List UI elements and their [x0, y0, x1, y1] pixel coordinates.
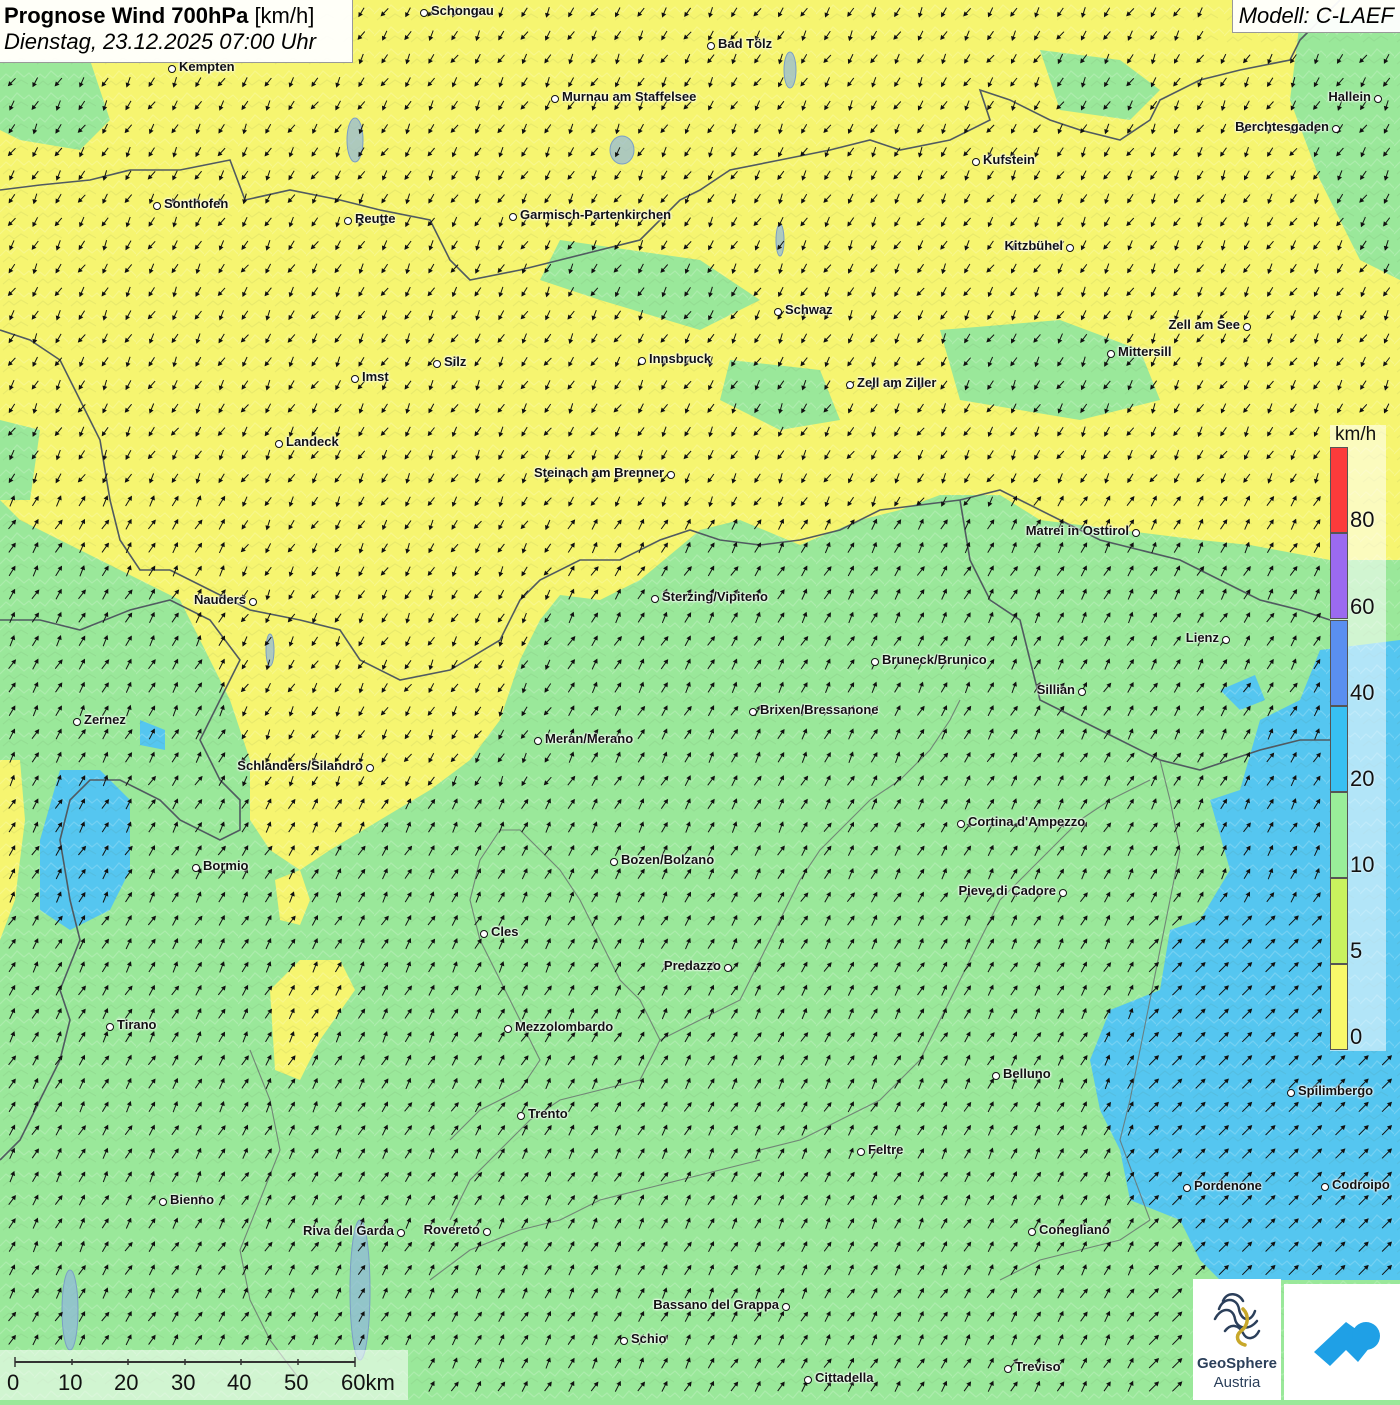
lake-kochelsee [609, 135, 635, 165]
lake-iseo [61, 1269, 79, 1351]
lake-achensee [775, 223, 785, 257]
lake-garda [349, 1219, 371, 1361]
lake-tegernsee [783, 51, 797, 89]
